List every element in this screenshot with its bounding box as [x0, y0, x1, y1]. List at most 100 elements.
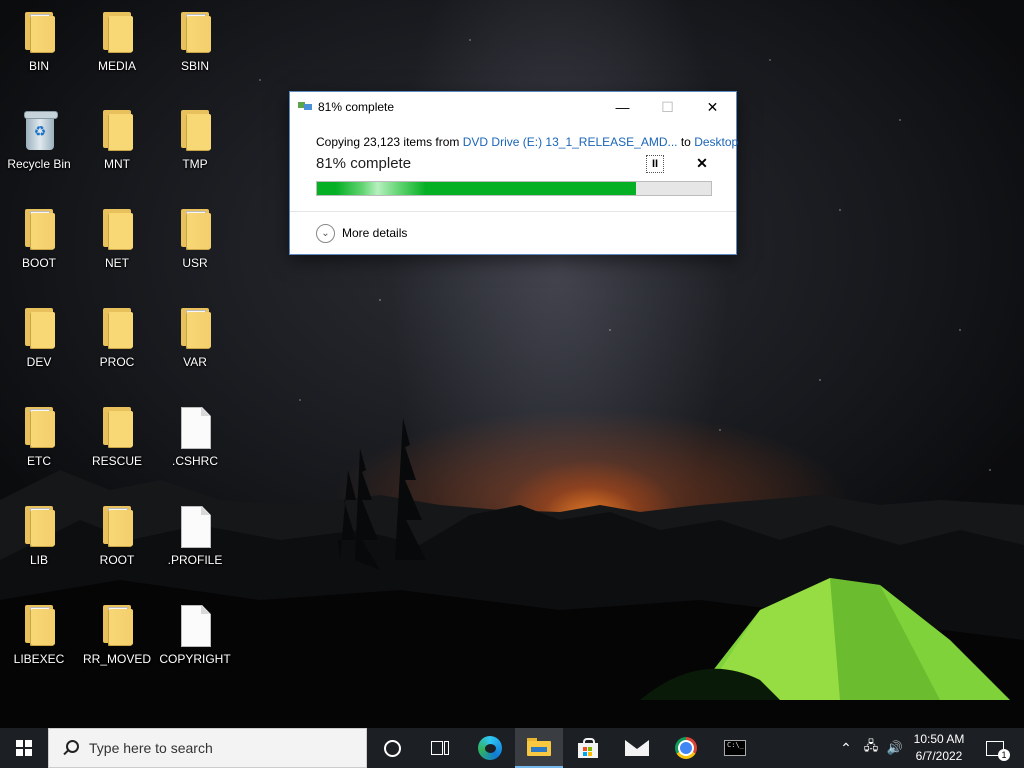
progress-bar-fill — [317, 182, 637, 195]
search-icon — [62, 740, 79, 756]
start-button[interactable] — [0, 728, 48, 768]
desktop-icon-label: .CSHRC — [171, 454, 218, 468]
desktop-icon-rr-moved[interactable]: RR_MOVED — [79, 603, 155, 666]
mail-button[interactable] — [613, 728, 661, 768]
minimize-button[interactable]: — — [600, 92, 645, 122]
desktop-icon-label: ETC — [27, 454, 51, 468]
desktop-icon-media[interactable]: MEDIA — [79, 10, 155, 73]
desktop-icon-copyright[interactable]: COPYRIGHT — [157, 603, 233, 666]
recycle-bin-icon: ♻ — [22, 108, 58, 152]
desktop-icon-label: COPYRIGHT — [159, 652, 231, 666]
desktop-icon-root[interactable]: ROOT — [79, 504, 155, 567]
close-icon: ✕ — [706, 98, 719, 115]
file-explorer-button[interactable] — [515, 728, 563, 768]
copy-app-icon — [298, 100, 312, 112]
stop-button[interactable]: ✕ — [695, 155, 709, 171]
folder-icon — [100, 207, 134, 251]
folder-icon — [22, 10, 56, 54]
desktop-icon-label: LIB — [29, 553, 48, 567]
folder-icon — [22, 405, 56, 449]
desktop-icon-lib[interactable]: LIB — [1, 504, 77, 567]
desktop-icon-label: MNT — [104, 157, 130, 171]
file-icon — [178, 405, 212, 449]
volume-button[interactable]: 🔊 — [884, 728, 906, 768]
show-hidden-icons-button[interactable]: ⌃ — [836, 728, 856, 768]
more-details-label: More details — [342, 226, 408, 240]
task-view-icon — [431, 741, 449, 755]
desktop-icon-recycle-bin[interactable]: ♻ Recycle Bin — [1, 108, 77, 171]
folder-icon — [22, 603, 56, 647]
notification-count-badge: 1 — [998, 748, 1010, 761]
desktop-icon-tmp[interactable]: TMP — [157, 108, 233, 171]
command-prompt-button[interactable]: C:\_ — [711, 728, 759, 768]
desktop-icon-label: NET — [105, 256, 129, 270]
desktop-icon-rescue[interactable]: RESCUE — [79, 405, 155, 468]
source-link[interactable]: DVD Drive (E:) 13_1_RELEASE_AMD... — [463, 135, 678, 149]
desktop-icon-label: LIBEXEC — [13, 652, 65, 666]
desktop-icon-var[interactable]: VAR — [157, 306, 233, 369]
desktop-icon-boot[interactable]: BOOT — [1, 207, 77, 270]
task-view-button[interactable] — [416, 728, 464, 768]
search-placeholder: Type here to search — [89, 740, 213, 756]
file-icon — [178, 603, 212, 647]
desktop-icon-label: SBIN — [180, 59, 209, 73]
chevron-down-icon: ⌄ — [316, 223, 335, 243]
destination-link[interactable]: Desktop — [694, 135, 738, 149]
stop-icon: ✕ — [696, 154, 708, 171]
desktop-icon-label: DEV — [26, 355, 52, 369]
desktop-icon-label: Recycle Bin — [7, 157, 71, 171]
store-icon — [578, 738, 598, 758]
edge-icon — [478, 736, 502, 760]
copy-description: Copying 23,123 items from DVD Drive (E:)… — [316, 135, 738, 149]
copy-progress-dialog: 81% complete — ☐ ✕ Copying 23,123 items … — [289, 91, 738, 255]
folder-icon — [100, 10, 134, 54]
desktop-icon-label: TMP — [182, 157, 208, 171]
cortana-button[interactable] — [368, 728, 416, 768]
desktop-icon-usr[interactable]: USR — [157, 207, 233, 270]
folder-icon — [178, 306, 212, 350]
clock-date: 6/7/2022 — [915, 749, 963, 763]
desktop-icon-label: BOOT — [21, 256, 56, 270]
maximize-button[interactable]: ☐ — [645, 92, 690, 122]
chrome-button[interactable] — [662, 728, 710, 768]
folder-icon — [22, 504, 56, 548]
network-icon: 🖧 — [863, 738, 879, 753]
desktop-icon-libexec[interactable]: LIBEXEC — [1, 603, 77, 666]
folder-icon — [178, 10, 212, 54]
desktop-icon-label: MEDIA — [97, 59, 136, 73]
progress-status: 81% complete — [316, 155, 412, 172]
desktop-icon-cshrc[interactable]: .CSHRC — [157, 405, 233, 468]
desktop-icon-label: PROC — [99, 355, 135, 369]
dialog-title: 81% complete — [318, 100, 395, 114]
taskbar: Type here to search C:\_ ⌃ 🖧 🔊 10:50 AM … — [0, 728, 1024, 768]
pause-icon: II — [651, 158, 659, 170]
close-button[interactable]: ✕ — [690, 92, 735, 122]
desktop-icon-mnt[interactable]: MNT — [79, 108, 155, 171]
network-button[interactable]: 🖧 — [860, 728, 882, 768]
folder-icon — [22, 306, 56, 350]
pause-button[interactable]: II — [646, 155, 664, 173]
desktop-icon-net[interactable]: NET — [79, 207, 155, 270]
more-details-toggle[interactable]: ⌄ More details — [316, 223, 407, 243]
file-explorer-icon — [527, 738, 551, 756]
desktop-icon-dev[interactable]: DEV — [1, 306, 77, 369]
dialog-title-bar[interactable]: 81% complete — ☐ ✕ — [290, 92, 736, 122]
desktop-icon-bin[interactable]: BIN — [1, 10, 77, 73]
clock[interactable]: 10:50 AM 6/7/2022 — [906, 731, 972, 765]
clock-time: 10:50 AM — [913, 732, 965, 746]
desktop-icon-sbin[interactable]: SBIN — [157, 10, 233, 73]
folder-icon — [100, 306, 134, 350]
folder-icon — [178, 207, 212, 251]
to-word: to — [677, 135, 695, 149]
desktop-icon-etc[interactable]: ETC — [1, 405, 77, 468]
chrome-icon — [675, 737, 697, 759]
desktop-icon-label: ROOT — [99, 553, 135, 567]
desktop-icon-proc[interactable]: PROC — [79, 306, 155, 369]
dialog-divider — [290, 211, 736, 212]
edge-button[interactable] — [466, 728, 514, 768]
store-button[interactable] — [564, 728, 612, 768]
desktop-icon-profile[interactable]: .PROFILE — [157, 504, 233, 567]
taskbar-search-box[interactable]: Type here to search — [48, 728, 367, 768]
action-center-button[interactable]: 1 — [980, 728, 1010, 768]
progress-bar — [316, 181, 712, 196]
